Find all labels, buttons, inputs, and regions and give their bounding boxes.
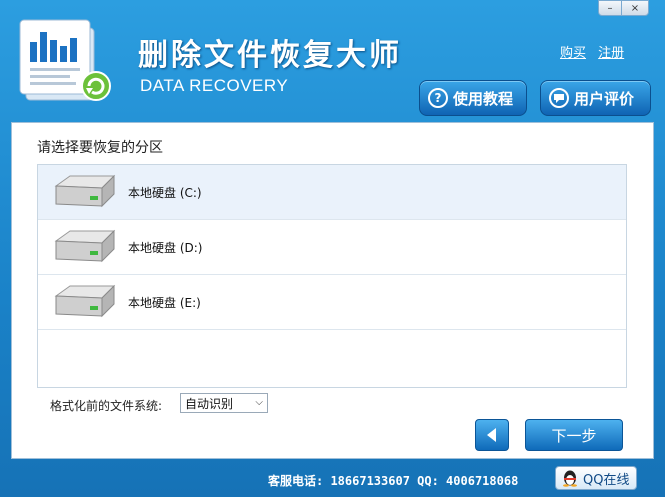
comment-icon bbox=[549, 88, 569, 108]
app-logo-icon bbox=[19, 19, 111, 101]
filesystem-select[interactable]: 自动识别 ⌵ bbox=[180, 393, 268, 413]
partition-label: 本地硬盘 (E:) bbox=[128, 295, 201, 310]
back-button[interactable] bbox=[475, 419, 509, 451]
partition-row-c[interactable]: 本地硬盘 (C:) bbox=[38, 165, 626, 220]
partition-label: 本地硬盘 (D:) bbox=[128, 240, 203, 255]
register-link[interactable]: 注册 bbox=[598, 46, 624, 61]
app-subtitle: DATA RECOVERY bbox=[140, 76, 289, 95]
close-button[interactable]: × bbox=[621, 0, 649, 16]
qq-online-label: QQ在线 bbox=[583, 472, 630, 488]
main-panel: 请选择要恢复的分区 本地硬盘 (C:) 本地硬盘 (D:) 本地硬盘 (E:) … bbox=[11, 122, 654, 459]
minimize-button[interactable]: – bbox=[598, 0, 622, 16]
filesystem-select-value: 自动识别 bbox=[185, 396, 234, 411]
hard-disk-icon bbox=[54, 174, 116, 208]
partition-list: 本地硬盘 (C:) 本地硬盘 (D:) 本地硬盘 (E:) bbox=[37, 164, 627, 388]
guide-button[interactable]: ? 使用教程 bbox=[419, 80, 527, 116]
header: 删除文件恢复大师 DATA RECOVERY – × 购买 注册 ? 使用教程 … bbox=[0, 0, 665, 120]
app-window: 删除文件恢复大师 DATA RECOVERY – × 购买 注册 ? 使用教程 … bbox=[0, 0, 665, 497]
review-button-label: 用户评价 bbox=[574, 89, 635, 108]
next-button[interactable]: 下一步 bbox=[525, 419, 623, 451]
qq-online-button[interactable]: QQ在线 bbox=[555, 466, 637, 490]
partition-row-e[interactable]: 本地硬盘 (E:) bbox=[38, 275, 626, 330]
qq-penguin-icon bbox=[563, 470, 577, 487]
contact-info: 客服电话: 18667133607 QQ: 4006718068 bbox=[268, 474, 519, 488]
triangle-left-icon bbox=[487, 428, 496, 442]
partition-row-d[interactable]: 本地硬盘 (D:) bbox=[38, 220, 626, 275]
partition-label: 本地硬盘 (C:) bbox=[128, 185, 202, 200]
header-links: 购买 注册 bbox=[560, 42, 632, 61]
question-icon: ? bbox=[428, 88, 448, 108]
guide-button-label: 使用教程 bbox=[453, 89, 514, 108]
chevron-down-icon: ⌵ bbox=[255, 397, 263, 408]
hard-disk-icon bbox=[54, 229, 116, 263]
buy-link[interactable]: 购买 bbox=[560, 46, 586, 61]
partition-prompt: 请选择要恢复的分区 bbox=[37, 140, 163, 156]
hard-disk-icon bbox=[54, 284, 116, 318]
app-title: 删除文件恢复大师 bbox=[138, 38, 402, 73]
review-button[interactable]: 用户评价 bbox=[540, 80, 651, 116]
filesystem-label: 格式化前的文件系统: bbox=[50, 399, 163, 413]
